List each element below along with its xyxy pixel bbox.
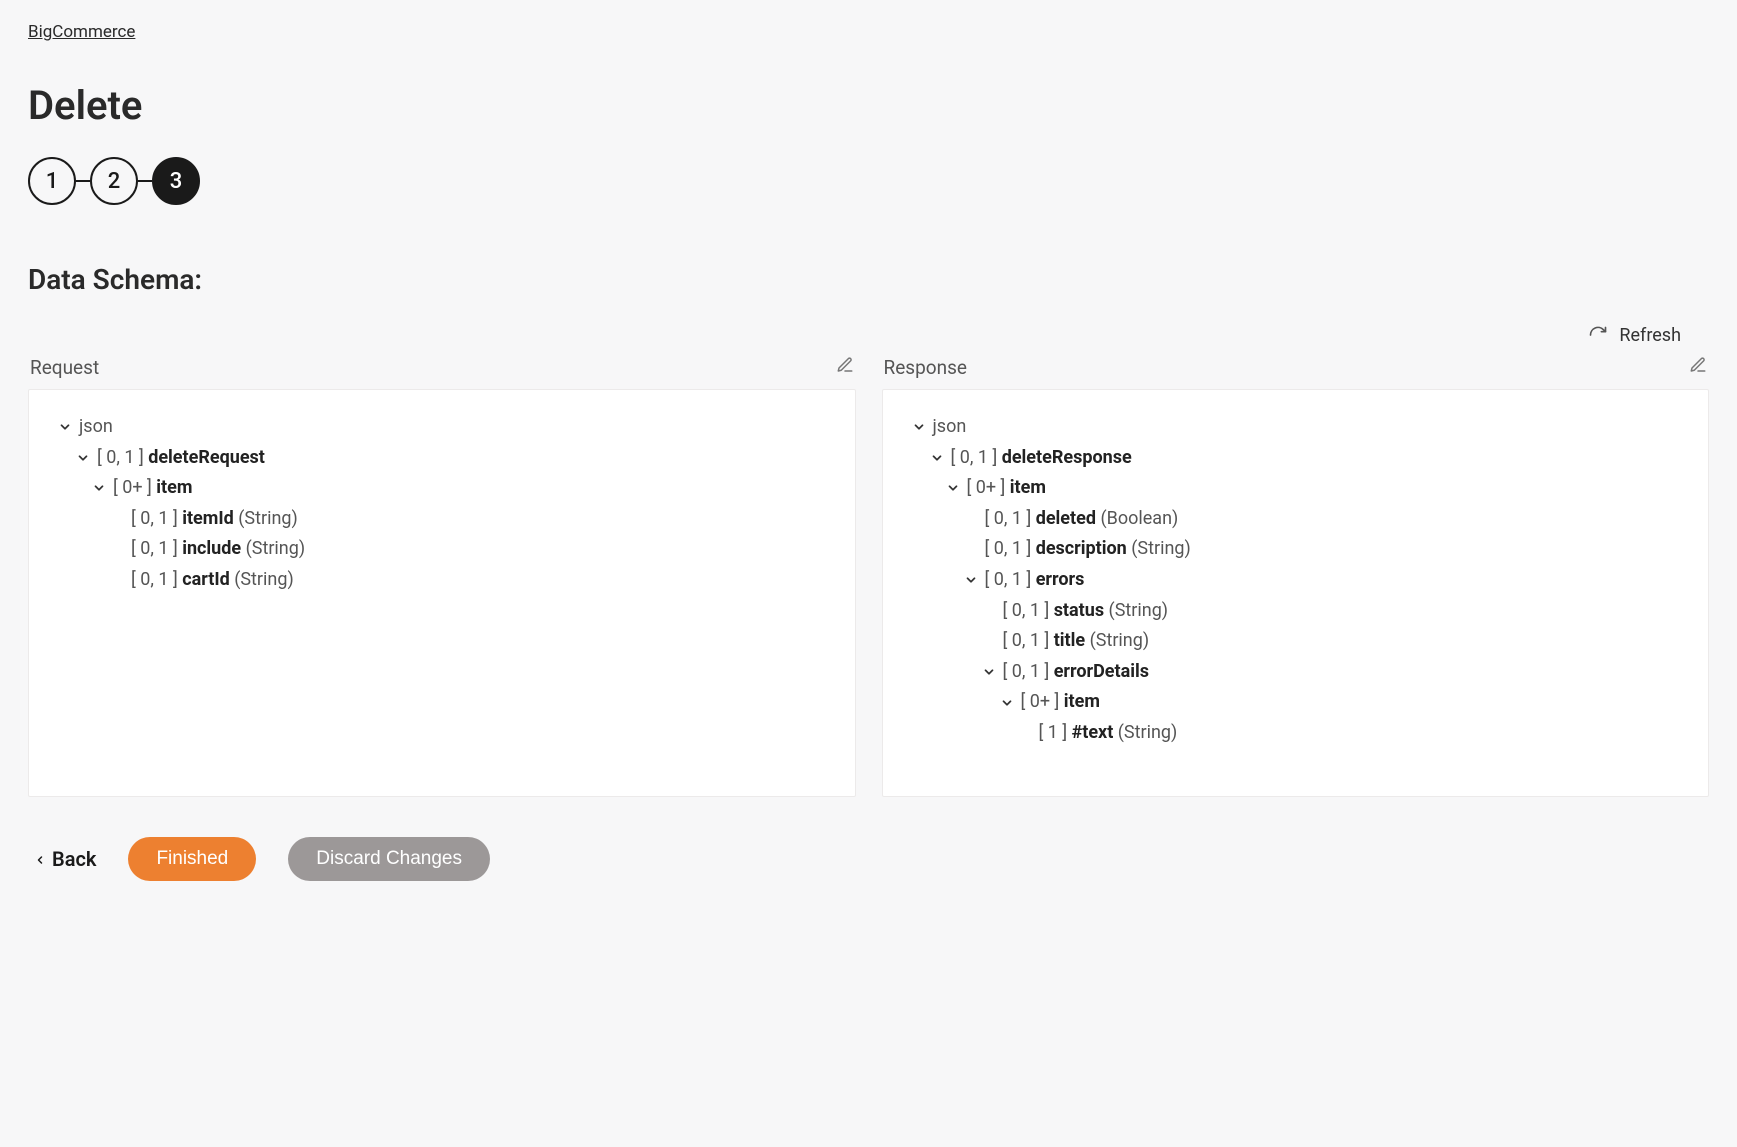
breadcrumb[interactable]: BigCommerce [28, 22, 135, 42]
tree-node[interactable]: [ 0+ ] item [911, 473, 1681, 504]
finished-button[interactable]: Finished [128, 837, 256, 881]
tree-node-label: [ 0, 1 ] deleted (Boolean) [985, 504, 1179, 535]
tree-node-label: [ 1 ] #text (String) [1039, 718, 1178, 749]
chevron-down-icon[interactable] [981, 665, 997, 679]
tree-node: [ 0, 1 ] include (String) [57, 534, 827, 565]
tree-node-label: json [933, 412, 967, 443]
tree-node[interactable]: json [911, 412, 1681, 443]
tree-node-label: [ 0, 1 ] deleteResponse [951, 443, 1132, 474]
step-1[interactable]: 1 [28, 157, 76, 205]
tree-node-label: [ 0, 1 ] status (String) [1003, 596, 1169, 627]
tree-node[interactable]: [ 0, 1 ] deleteRequest [57, 443, 827, 474]
tree-node-label: json [79, 412, 113, 443]
tree-node-label: [ 0, 1 ] cartId (String) [131, 565, 294, 596]
chevron-down-icon[interactable] [57, 420, 73, 434]
tree-node-label: [ 0, 1 ] title (String) [1003, 626, 1150, 657]
chevron-down-icon[interactable] [945, 481, 961, 495]
response-panel-title: Response [884, 356, 967, 379]
tree-node[interactable]: [ 0, 1 ] errors [911, 565, 1681, 596]
request-tree: json[ 0, 1 ] deleteRequest[ 0+ ] item[ 0… [28, 389, 856, 797]
page-title: Delete [28, 82, 1709, 129]
tree-node-label: [ 0+ ] item [1021, 687, 1100, 718]
response-panel: Response json[ 0, 1 ] deleteResponse[ 0+… [882, 350, 1710, 797]
chevron-down-icon[interactable] [929, 451, 945, 465]
tree-node-label: [ 0, 1 ] errors [985, 565, 1085, 596]
tree-node: [ 0, 1 ] description (String) [911, 534, 1681, 565]
tree-node[interactable]: [ 0, 1 ] deleteResponse [911, 443, 1681, 474]
response-tree: json[ 0, 1 ] deleteResponse[ 0+ ] item[ … [882, 389, 1710, 797]
step-3[interactable]: 3 [152, 157, 200, 205]
tree-node[interactable]: [ 0, 1 ] errorDetails [911, 657, 1681, 688]
chevron-down-icon[interactable] [91, 481, 107, 495]
tree-node-label: [ 0, 1 ] description (String) [985, 534, 1191, 565]
chevron-down-icon[interactable] [911, 420, 927, 434]
tree-node-label: [ 0+ ] item [967, 473, 1046, 504]
step-2[interactable]: 2 [90, 157, 138, 205]
refresh-label: Refresh [1619, 325, 1681, 346]
tree-node: [ 0, 1 ] deleted (Boolean) [911, 504, 1681, 535]
tree-node[interactable]: [ 0+ ] item [911, 687, 1681, 718]
back-label: Back [52, 847, 96, 871]
step-connector [76, 180, 90, 182]
tree-node: [ 0, 1 ] cartId (String) [57, 565, 827, 596]
chevron-down-icon[interactable] [999, 696, 1015, 710]
discard-button[interactable]: Discard Changes [288, 837, 490, 881]
edit-request-icon[interactable] [836, 356, 854, 379]
refresh-icon [1587, 324, 1609, 346]
step-connector [138, 180, 152, 182]
tree-node-label: [ 0, 1 ] errorDetails [1003, 657, 1150, 688]
chevron-down-icon[interactable] [75, 451, 91, 465]
chevron-down-icon[interactable] [963, 573, 979, 587]
tree-node-label: [ 0, 1 ] itemId (String) [131, 504, 298, 535]
refresh-button[interactable]: Refresh [28, 324, 1709, 346]
request-panel-title: Request [30, 356, 99, 379]
section-title: Data Schema: [28, 263, 1709, 296]
back-button[interactable]: Back [34, 847, 96, 871]
stepper: 123 [28, 157, 1709, 205]
tree-node: [ 1 ] #text (String) [911, 718, 1681, 749]
request-panel: Request json[ 0, 1 ] deleteRequest[ 0+ ]… [28, 350, 856, 797]
tree-node[interactable]: [ 0+ ] item [57, 473, 827, 504]
tree-node: [ 0, 1 ] title (String) [911, 626, 1681, 657]
tree-node: [ 0, 1 ] itemId (String) [57, 504, 827, 535]
tree-node: [ 0, 1 ] status (String) [911, 596, 1681, 627]
chevron-left-icon [34, 847, 46, 871]
tree-node-label: [ 0, 1 ] include (String) [131, 534, 305, 565]
tree-node-label: [ 0, 1 ] deleteRequest [97, 443, 265, 474]
edit-response-icon[interactable] [1689, 356, 1707, 379]
tree-node-label: [ 0+ ] item [113, 473, 192, 504]
tree-node[interactable]: json [57, 412, 827, 443]
